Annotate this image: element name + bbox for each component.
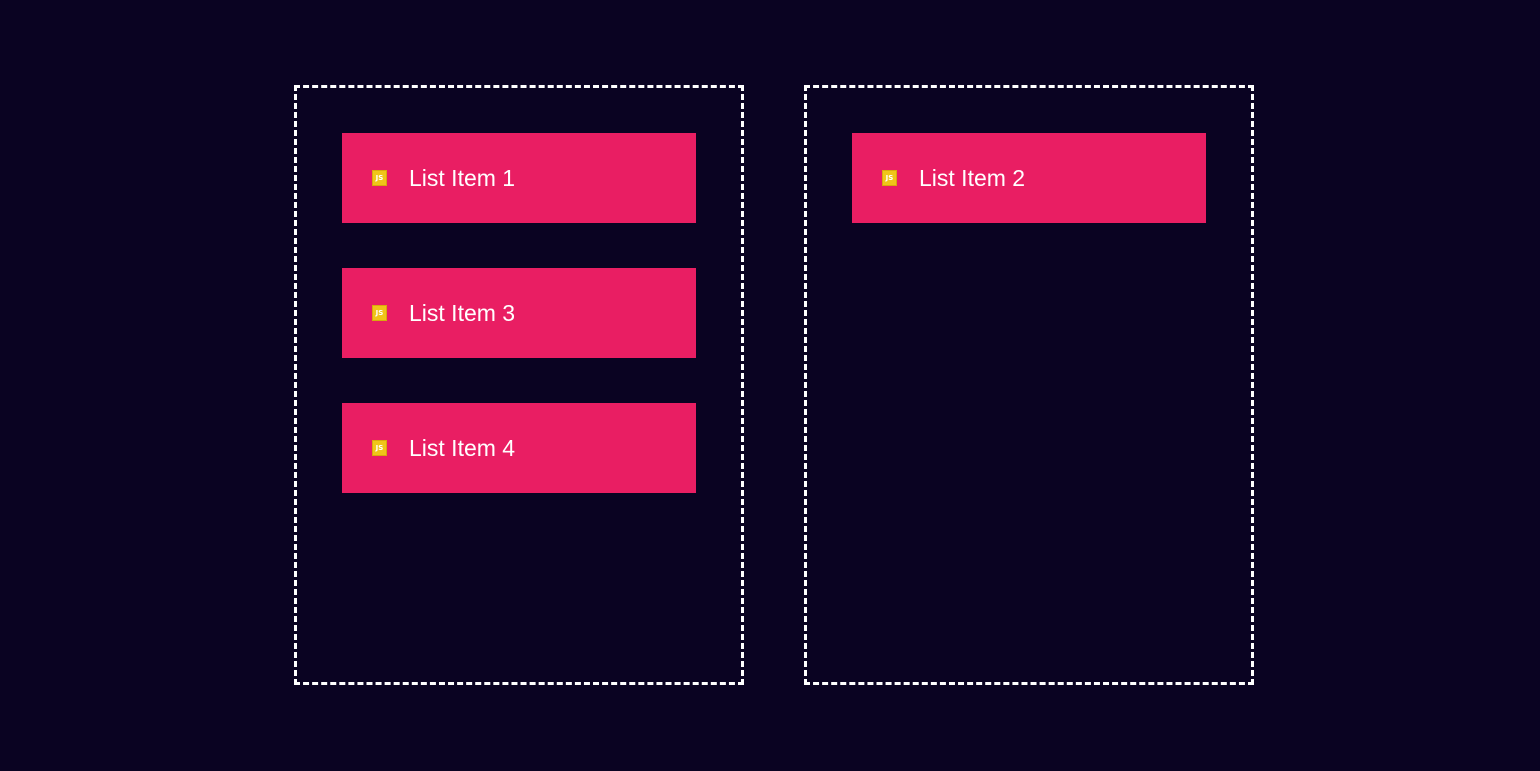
list-item[interactable]: JS List Item 3 (342, 268, 696, 358)
js-file-icon: JS (882, 170, 897, 186)
list-item[interactable]: JS List Item 2 (852, 133, 1206, 223)
list-item-label: List Item 1 (409, 164, 516, 191)
js-file-icon-text: JS (375, 173, 384, 182)
list-item[interactable]: JS List Item 1 (342, 133, 696, 223)
js-file-icon-text: JS (375, 443, 384, 452)
js-file-icon: JS (372, 440, 387, 456)
list-item[interactable]: JS List Item 4 (342, 403, 696, 493)
list-item-label: List Item 2 (919, 164, 1026, 191)
js-file-icon: JS (372, 170, 387, 186)
drag-drop-board: JS List Item 1 JS List Item 3 JS List It… (0, 0, 1540, 771)
drop-zone-left[interactable]: JS List Item 1 JS List Item 3 JS List It… (294, 85, 744, 685)
list-item-label: List Item 4 (409, 434, 516, 461)
js-file-icon-text: JS (375, 308, 384, 317)
js-file-icon-text: JS (885, 173, 894, 182)
js-file-icon: JS (372, 305, 387, 321)
drop-zone-right[interactable]: JS List Item 2 (804, 85, 1254, 685)
list-item-label: List Item 3 (409, 299, 516, 326)
